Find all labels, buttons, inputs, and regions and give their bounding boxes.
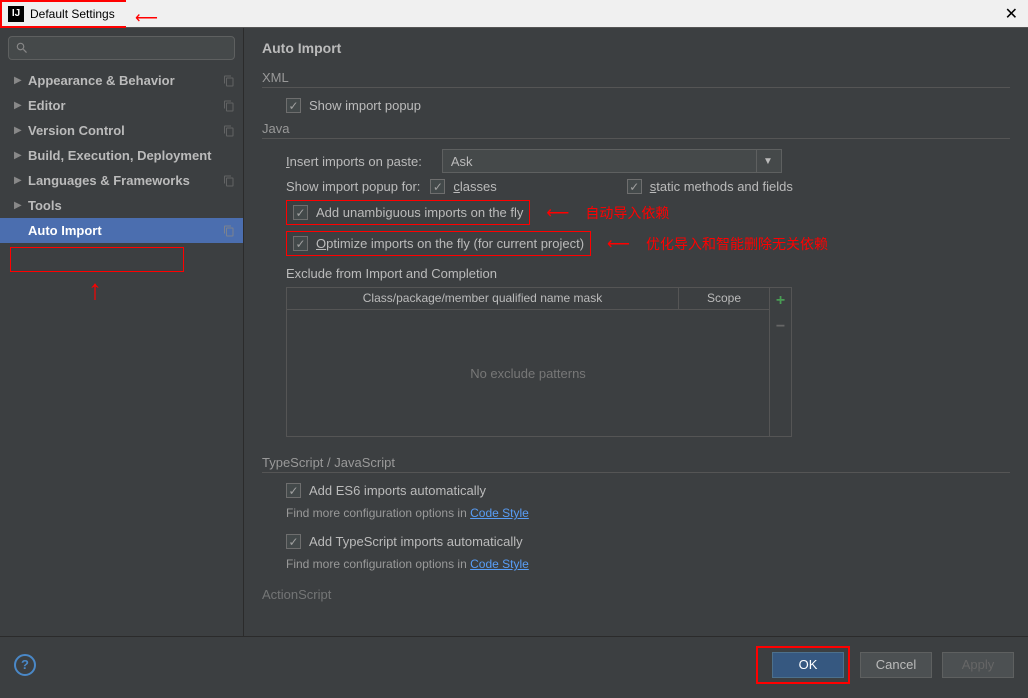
copy-icon (223, 75, 235, 87)
annotation-arrow: ⟵ (607, 234, 630, 254)
sidebar-item-label: Build, Execution, Deployment (28, 148, 243, 163)
checkbox-static-methods[interactable] (627, 179, 642, 194)
window-title: Default Settings (30, 7, 115, 21)
help-button[interactable]: ? (14, 654, 36, 676)
page-title: Auto Import (262, 40, 1010, 56)
app-icon: IJ (8, 6, 24, 22)
chevron-down-icon: ▼ (756, 150, 773, 172)
sidebar-item-build[interactable]: ▶Build, Execution, Deployment (0, 143, 243, 168)
hint-es6: Find more configuration options in Code … (286, 506, 1010, 520)
label-show-import-popup-for: Show import popup for: (286, 179, 420, 194)
close-icon[interactable]: ✕ (1005, 4, 1018, 24)
label-add-ts: Add TypeScript imports automatically (309, 534, 523, 549)
search-input-wrap[interactable] (8, 36, 235, 60)
sidebar-item-auto-import[interactable]: Auto Import (0, 218, 243, 243)
copy-icon (223, 125, 235, 137)
sidebar-item-vcs[interactable]: ▶Version Control (0, 118, 243, 143)
section-actionscript: ActionScript (262, 587, 1010, 604)
sidebar-item-languages[interactable]: ▶Languages & Frameworks (0, 168, 243, 193)
section-ts: TypeScript / JavaScript (262, 455, 1010, 473)
sidebar: ▶Appearance & Behavior ▶Editor ▶Version … (0, 28, 244, 636)
label-optimize: Optimize imports on the fly (for current… (316, 236, 584, 251)
label-static-methods: static methods and fields (650, 179, 793, 194)
section-java: Java (262, 121, 1010, 139)
checkbox-add-ts[interactable] (286, 534, 301, 549)
annotation-redbox-ok: OK (756, 646, 850, 684)
checkbox-add-es6[interactable] (286, 483, 301, 498)
annotation-redbox-optimize: Optimize imports on the fly (for current… (286, 231, 591, 256)
apply-button[interactable]: Apply (942, 652, 1014, 678)
sidebar-item-label: Tools (28, 198, 243, 213)
cancel-button[interactable]: Cancel (860, 652, 932, 678)
remove-pattern-button: − (776, 318, 785, 336)
exclude-table: Class/package/member qualified name mask… (286, 287, 792, 437)
copy-icon (223, 175, 235, 187)
add-pattern-button[interactable]: + (776, 292, 785, 310)
sidebar-item-label: Languages & Frameworks (28, 173, 223, 188)
search-input[interactable] (33, 41, 228, 56)
annotation-text-optimize: 优化导入和智能删除无关依赖 (646, 234, 828, 254)
ok-button[interactable]: OK (772, 652, 844, 678)
sidebar-item-label: Editor (28, 98, 223, 113)
footer: ? OK Cancel Apply (0, 636, 1028, 692)
label-show-import-popup-xml: Show import popup (309, 98, 421, 113)
label-add-unambiguous: Add unambiguous imports on the fly (316, 205, 523, 220)
checkbox-optimize[interactable] (293, 236, 308, 251)
checkbox-add-unambiguous[interactable] (293, 205, 308, 220)
link-code-style[interactable]: Code Style (470, 557, 529, 571)
annotation-arrow: ⟵ (546, 203, 569, 223)
label-exclude-heading: Exclude from Import and Completion (286, 266, 1010, 281)
settings-tree: ▶Appearance & Behavior ▶Editor ▶Version … (0, 68, 243, 636)
sidebar-item-editor[interactable]: ▶Editor (0, 93, 243, 118)
table-empty-text: No exclude patterns (287, 310, 769, 436)
annotation-text-auto-import: 自动导入依赖 (585, 203, 669, 223)
label-classes: classes (453, 179, 496, 194)
annotation-arrow-up: ↑ (88, 274, 102, 306)
label-insert-imports: Insert imports on paste: (286, 154, 422, 169)
sidebar-item-tools[interactable]: ▶Tools (0, 193, 243, 218)
th-mask: Class/package/member qualified name mask (287, 288, 679, 309)
link-code-style[interactable]: Code Style (470, 506, 529, 520)
search-icon (15, 41, 29, 55)
checkbox-classes[interactable] (430, 179, 445, 194)
annotation-redbox-unambiguous: Add unambiguous imports on the fly (286, 200, 530, 225)
section-xml: XML (262, 70, 1010, 88)
hint-ts: Find more configuration options in Code … (286, 557, 1010, 571)
copy-icon (223, 225, 235, 237)
checkbox-show-import-popup-xml[interactable] (286, 98, 301, 113)
sidebar-item-label: Auto Import (28, 223, 223, 238)
sidebar-item-label: Appearance & Behavior (28, 73, 223, 88)
copy-icon (223, 100, 235, 112)
select-value: Ask (451, 154, 473, 169)
label-add-es6: Add ES6 imports automatically (309, 483, 486, 498)
th-scope: Scope (679, 288, 769, 309)
content-panel: Auto Import XML Show import popup Java I… (244, 28, 1028, 636)
select-insert-imports[interactable]: Ask ▼ (442, 149, 782, 173)
titlebar: IJ Default Settings ⟵ ✕ (0, 0, 1028, 28)
annotation-arrow-title: ⟵ (135, 8, 158, 28)
sidebar-item-label: Version Control (28, 123, 223, 138)
sidebar-item-appearance[interactable]: ▶Appearance & Behavior (0, 68, 243, 93)
